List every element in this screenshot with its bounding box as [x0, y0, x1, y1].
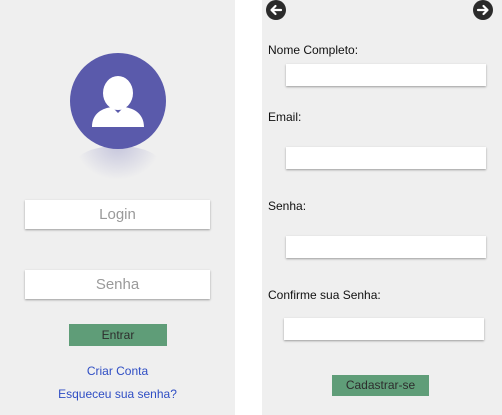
email-label: Email:	[268, 110, 302, 124]
confirme-senha-input[interactable]	[284, 318, 484, 340]
senha-label: Senha:	[268, 199, 307, 213]
esqueceu-senha-link[interactable]: Esqueceu sua senha?	[0, 387, 235, 401]
nome-completo-label: Nome Completo:	[268, 43, 359, 57]
back-arrow-icon[interactable]	[266, 0, 286, 20]
entrar-button[interactable]: Entrar	[69, 324, 167, 346]
forward-arrow-icon[interactable]	[473, 0, 493, 20]
senha-input[interactable]	[286, 236, 486, 258]
user-avatar	[70, 53, 166, 149]
password-input[interactable]	[25, 270, 210, 299]
login-panel: Entrar Criar Conta Esqueceu sua senha?	[0, 0, 235, 415]
cadastrar-button[interactable]: Cadastrar-se	[332, 375, 429, 396]
criar-conta-link[interactable]: Criar Conta	[0, 364, 235, 378]
confirme-senha-label: Confirme sua Senha:	[268, 288, 381, 302]
nome-completo-input[interactable]	[286, 64, 486, 86]
user-silhouette-icon	[92, 76, 144, 127]
login-input[interactable]	[25, 200, 210, 229]
avatar-reflection	[76, 146, 160, 180]
email-input[interactable]	[286, 147, 486, 169]
